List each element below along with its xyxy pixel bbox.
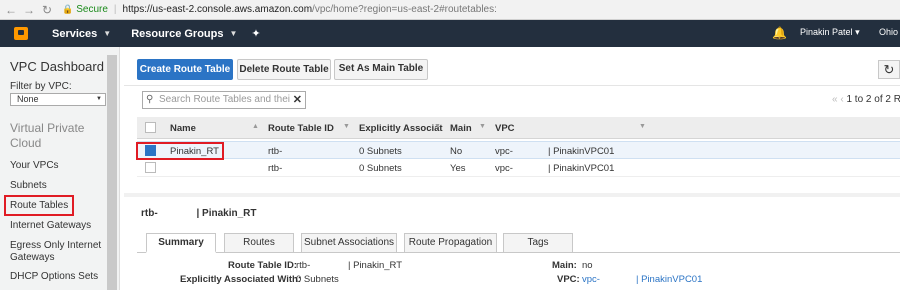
- row-vpc-id: vpc-: [495, 163, 513, 174]
- sidebar-section-vpc: Virtual Private Cloud: [10, 121, 85, 150]
- lock-icon: 🔒: [62, 4, 74, 14]
- detail-title-name: | Pinakin_RT: [196, 208, 257, 219]
- services-menu[interactable]: Services ▼: [52, 28, 111, 40]
- pagination-range: 1 to 2 of 2 R: [846, 94, 900, 105]
- url-host: https://us-east-2.console.aws.amazon.com: [122, 4, 313, 15]
- chevron-down-icon[interactable]: ▼: [434, 123, 441, 130]
- filter-label: Filter by VPC:: [10, 81, 72, 92]
- bell-icon[interactable]: 🔔: [772, 26, 787, 40]
- user-menu[interactable]: Pinakin Patel ▾: [800, 27, 860, 38]
- browser-bar: ← → ↻ 🔒 Secure | https://us-east-2.conso…: [0, 0, 900, 20]
- chevron-down-icon: ▼: [229, 29, 238, 38]
- first-page-icon[interactable]: «: [832, 94, 838, 105]
- explicit-association-label: Explicitly Associated With:: [180, 274, 301, 285]
- row-explicit-association: 0 Subnets: [359, 163, 402, 174]
- table-row[interactable]: Pinakin_RT rtb- 0 Subnets No vpc- | Pina…: [137, 141, 900, 159]
- chevron-down-icon[interactable]: ▼: [343, 123, 350, 130]
- route-table-id-label: Route Table ID:: [228, 260, 297, 271]
- row-vpc-name: | PinakinVPC01: [548, 146, 615, 157]
- search-input[interactable]: ⚲ Search Route Tables and thei ✕: [142, 91, 306, 109]
- arrow-right-icon[interactable]: →: [22, 3, 36, 17]
- sidebar-item-egress-gateways[interactable]: Egress Only Internet Gateways: [10, 240, 106, 264]
- chevron-down-icon: ▼: [103, 29, 112, 38]
- services-label: Services: [52, 27, 98, 40]
- create-route-table-button[interactable]: Create Route Table: [137, 59, 233, 80]
- row-main: No: [450, 146, 463, 157]
- pagination: « ‹ 1 to 2 of 2 R: [832, 94, 900, 105]
- column-header-vpc[interactable]: VPC: [495, 123, 515, 134]
- set-main-table-button[interactable]: Set As Main Table: [334, 59, 428, 80]
- search-icon: ⚲: [146, 94, 154, 105]
- table-row[interactable]: rtb- 0 Subnets Yes vpc- | PinakinVPC01: [137, 159, 900, 177]
- pane-splitter[interactable]: [124, 193, 900, 197]
- refresh-icon[interactable]: ↻: [878, 60, 900, 79]
- tab-summary[interactable]: Summary: [146, 233, 216, 253]
- select-all-checkbox[interactable]: [145, 122, 156, 133]
- row-route-table-id: rtb-: [268, 146, 283, 157]
- route-table-name-value: | Pinakin_RT: [348, 260, 403, 271]
- user-name: Pinakin Patel: [800, 27, 853, 37]
- reload-icon[interactable]: ↻: [40, 3, 54, 17]
- region-menu[interactable]: Ohio: [879, 27, 898, 37]
- search-placeholder: Search Route Tables and thei: [159, 94, 291, 105]
- sidebar-item-dhcp-options[interactable]: DHCP Options Sets: [10, 271, 98, 283]
- row-checkbox[interactable]: [145, 162, 156, 173]
- row-route-table-id: rtb-: [268, 163, 283, 174]
- row-main: Yes: [450, 163, 466, 174]
- close-icon[interactable]: ✕: [293, 92, 302, 108]
- sort-up-icon[interactable]: ▲: [252, 123, 259, 130]
- address-bar[interactable]: 🔒 Secure | https://us-east-2.console.aws…: [62, 2, 497, 18]
- column-header-explicitly-associated[interactable]: Explicitly Associat: [359, 123, 443, 134]
- tab-routes[interactable]: Routes: [224, 233, 294, 253]
- chevron-down-icon[interactable]: ▼: [639, 123, 646, 130]
- sidebar-item-your-vpcs[interactable]: Your VPCs: [10, 160, 59, 172]
- main-value: no: [582, 260, 593, 271]
- vpc-filter-value: None: [17, 94, 39, 104]
- sidebar-item-route-tables[interactable]: Route Tables: [10, 200, 68, 212]
- secure-label: Secure: [76, 4, 108, 15]
- aws-header: Services ▼ Resource Groups ▼ ✦ 🔔 Pinakin…: [0, 20, 900, 47]
- address-separator: |: [113, 4, 117, 15]
- resource-groups-menu[interactable]: Resource Groups ▼: [131, 28, 237, 40]
- column-header-route-table-id[interactable]: Route Table ID: [268, 123, 334, 134]
- row-vpc-id: vpc-: [495, 146, 513, 157]
- url-path: /vpc/home?region=us-east-2#routetables:: [312, 4, 497, 15]
- row-vpc-name: | PinakinVPC01: [548, 163, 615, 174]
- prev-page-icon[interactable]: ‹: [840, 94, 843, 105]
- column-header-main[interactable]: Main: [450, 123, 472, 134]
- chevron-down-icon[interactable]: ▼: [479, 123, 486, 130]
- aws-cube-icon[interactable]: [14, 27, 28, 40]
- route-table-id-value: rtb-: [296, 260, 311, 271]
- main-label: Main:: [552, 260, 577, 271]
- sidebar-item-internet-gateways[interactable]: Internet Gateways: [10, 220, 91, 232]
- tab-tags[interactable]: Tags: [503, 233, 573, 253]
- name-highlight: [136, 142, 224, 160]
- row-explicit-association: 0 Subnets: [359, 146, 402, 157]
- pin-icon[interactable]: ✦: [251, 27, 260, 40]
- sidebar-item-subnets[interactable]: Subnets: [10, 180, 47, 192]
- tab-subnet-associations[interactable]: Subnet Associations: [301, 233, 397, 253]
- column-header-name[interactable]: Name: [170, 123, 196, 134]
- detail-title: rtb- | Pinakin_RT: [141, 208, 257, 219]
- resource-groups-label: Resource Groups: [131, 27, 224, 40]
- chevron-down-icon: ▼: [96, 96, 102, 102]
- sidebar-title[interactable]: VPC Dashboard: [10, 59, 104, 74]
- delete-route-table-button[interactable]: Delete Route Table: [237, 59, 331, 80]
- vpc-name-link[interactable]: | PinakinVPC01: [636, 274, 702, 285]
- tab-route-propagation[interactable]: Route Propagation: [404, 233, 497, 253]
- vpc-id-link[interactable]: vpc-: [582, 274, 600, 285]
- table-header: Name ▲ Route Table ID ▼ Explicitly Assoc…: [137, 117, 900, 139]
- explicit-association-value: 0 Subnets: [296, 274, 339, 285]
- sidebar-scrollbar[interactable]: [107, 55, 117, 290]
- detail-title-id: rtb-: [141, 208, 158, 219]
- vpc-label: VPC:: [557, 274, 580, 285]
- vpc-filter-select[interactable]: None ▼: [10, 93, 106, 106]
- chevron-down-icon: ▾: [855, 27, 860, 37]
- arrow-left-icon[interactable]: ←: [4, 3, 18, 17]
